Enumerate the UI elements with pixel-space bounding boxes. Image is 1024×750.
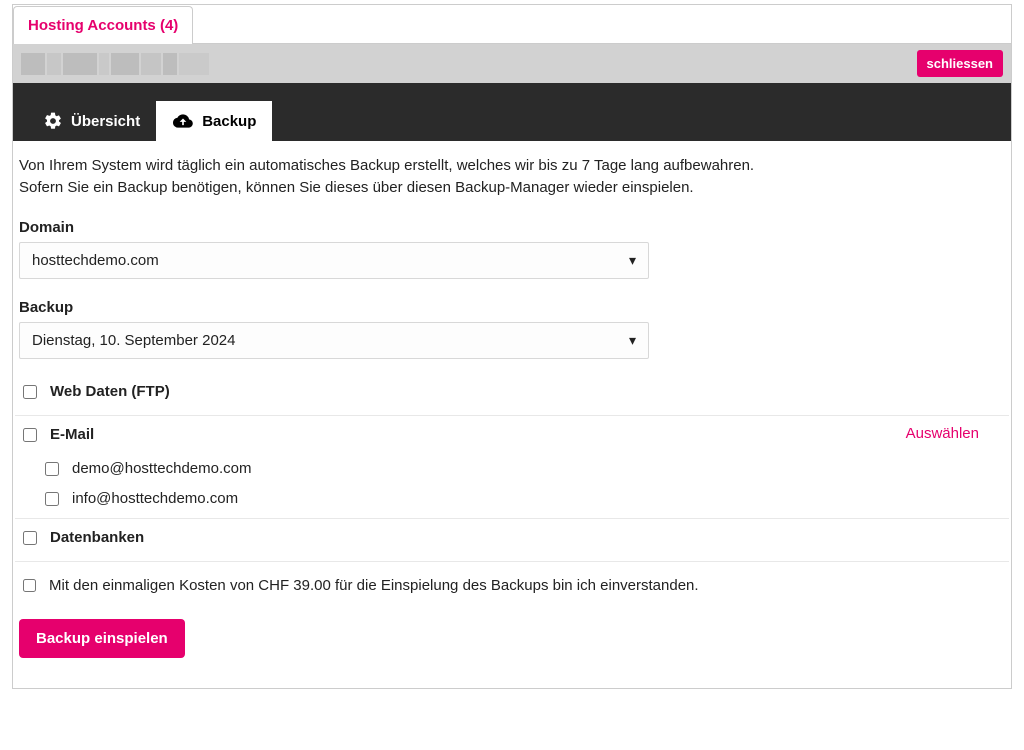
databases-row: Datenbanken <box>15 519 1009 557</box>
databases-checkbox[interactable] <box>23 531 37 545</box>
domain-select[interactable]: hosttechdemo.com ▾ <box>19 242 649 279</box>
chevron-down-icon: ▾ <box>629 252 636 269</box>
email-label: E-Mail <box>50 426 94 443</box>
databases-label: Datenbanken <box>50 529 144 546</box>
content-area: Von Ihrem System wird täglich ein automa… <box>13 141 1011 688</box>
gear-icon <box>43 111 63 131</box>
agree-label: Mit den einmaligen Kosten von CHF 39.00 … <box>49 577 699 594</box>
tab-backup-label: Backup <box>202 113 256 130</box>
top-tabstrip: Hosting Accounts (4) <box>13 5 1011 43</box>
email-item: info@hosttechdemo.com <box>41 484 251 514</box>
cloud-upload-icon <box>172 111 194 131</box>
domain-label: Domain <box>19 219 1009 236</box>
email-row: E-Mail <box>15 416 251 454</box>
webdata-row: Web Daten (FTP) <box>15 373 1009 411</box>
email-checkbox[interactable] <box>23 428 37 442</box>
backup-select[interactable]: Dienstag, 10. September 2024 ▾ <box>19 322 649 359</box>
tab-overview[interactable]: Übersicht <box>27 101 156 141</box>
email-select-link[interactable]: Auswählen <box>906 425 979 442</box>
panel: Hosting Accounts (4) schliessen Übersich… <box>12 4 1012 689</box>
backup-label: Backup <box>19 299 1009 316</box>
email-item-checkbox[interactable] <box>45 462 59 476</box>
submit-area: Backup einspielen <box>15 609 1009 668</box>
tab-overview-label: Übersicht <box>71 113 140 130</box>
backup-select-value: Dienstag, 10. September 2024 <box>32 332 235 349</box>
email-list: demo@hosttechdemo.com info@hosttechdemo.… <box>15 454 251 514</box>
tab-hosting-accounts[interactable]: Hosting Accounts (4) <box>13 6 193 44</box>
email-item-label: demo@hosttechdemo.com <box>72 460 251 477</box>
close-button[interactable]: schliessen <box>917 50 1004 77</box>
chevron-down-icon: ▾ <box>629 332 636 349</box>
domain-select-value: hosttechdemo.com <box>32 252 159 269</box>
email-item-checkbox[interactable] <box>45 492 59 506</box>
restore-backup-button[interactable]: Backup einspielen <box>19 619 185 658</box>
subnav: Übersicht Backup <box>13 83 1011 141</box>
tab-backup[interactable]: Backup <box>156 101 272 141</box>
intro-line-1: Von Ihrem System wird täglich ein automa… <box>19 155 1005 177</box>
email-item: demo@hosttechdemo.com <box>41 454 251 484</box>
intro-text: Von Ihrem System wird täglich ein automa… <box>15 155 1009 199</box>
webdata-checkbox[interactable] <box>23 385 37 399</box>
header-bar: schliessen <box>13 43 1011 83</box>
email-item-label: info@hosttechdemo.com <box>72 490 238 507</box>
email-section: E-Mail demo@hosttechdemo.com info@hostte… <box>15 416 1009 514</box>
intro-line-2: Sofern Sie ein Backup benötigen, können … <box>19 177 1005 199</box>
agree-row: Mit den einmaligen Kosten von CHF 39.00 … <box>15 562 1009 609</box>
header-title-redacted <box>21 53 209 75</box>
agree-checkbox[interactable] <box>23 579 36 592</box>
webdata-label: Web Daten (FTP) <box>50 383 170 400</box>
